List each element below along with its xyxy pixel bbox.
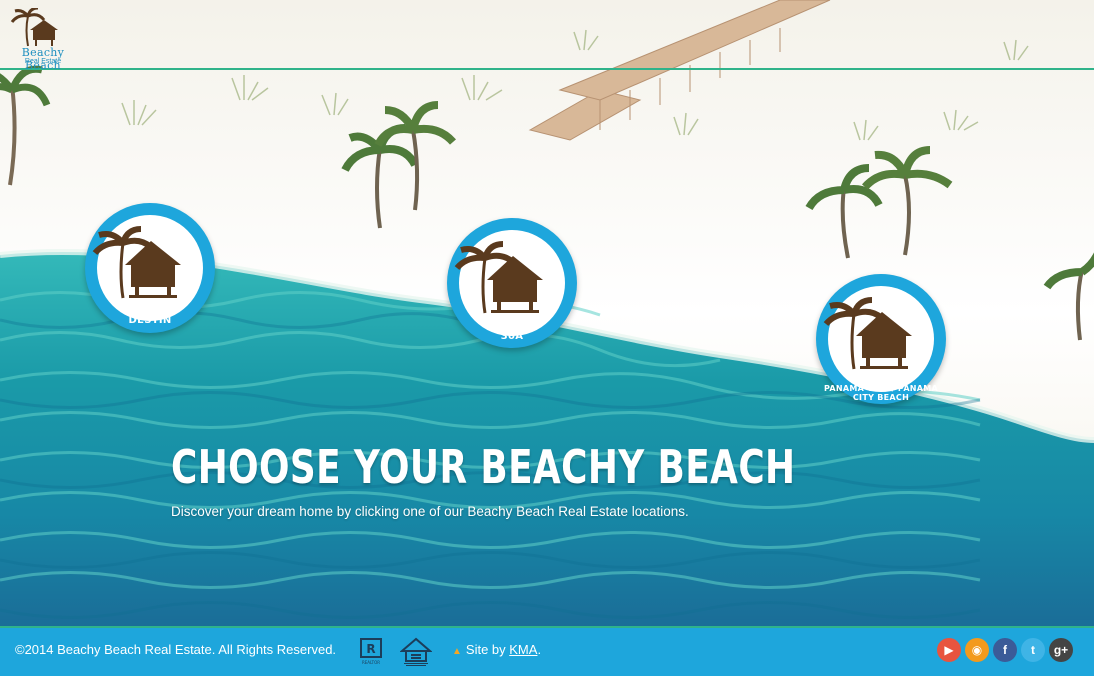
location-label: DESTIN xyxy=(128,315,172,326)
twitter-icon[interactable]: t xyxy=(1021,638,1045,662)
equal-housing-icon xyxy=(400,637,432,666)
rss-icon[interactable]: ◉ xyxy=(965,638,989,662)
location-badge-30a[interactable]: 30A xyxy=(447,218,577,348)
realtor-logo-icon: R REALTOR xyxy=(360,638,382,665)
header-divider xyxy=(0,68,1094,70)
page-subheadline: Discover your dream home by clicking one… xyxy=(171,504,689,519)
facebook-icon[interactable]: f xyxy=(993,638,1017,662)
location-label: PANAMA CITY / PANAMA CITY BEACH xyxy=(823,384,939,402)
brand-tagline: Real Estate xyxy=(24,58,62,65)
realtor-label: REALTOR xyxy=(362,660,380,665)
beach-hut-icon xyxy=(92,226,181,299)
location-label: 30A xyxy=(500,331,524,342)
brand-logo[interactable]: Beachy Beach Real Estate xyxy=(6,6,80,72)
location-badge-destin[interactable]: DESTIN xyxy=(85,203,215,333)
location-badge-panama-city[interactable]: PANAMA CITY / PANAMA CITY BEACH xyxy=(816,274,946,404)
youtube-icon[interactable]: ▶ xyxy=(937,638,961,662)
beach-hut-icon xyxy=(454,241,543,314)
svg-text:R: R xyxy=(366,642,375,656)
triangle-icon: ▲ xyxy=(452,646,462,657)
hut-logo-icon xyxy=(10,6,58,47)
kma-link[interactable]: KMA xyxy=(509,642,537,657)
site-credit: ▲ Site by KMA. xyxy=(452,642,542,657)
googleplus-icon[interactable]: g+ xyxy=(1049,638,1073,662)
footer: ©2014 Beachy Beach Real Estate. All Righ… xyxy=(0,626,1094,676)
copyright-text: ©2014 Beachy Beach Real Estate. All Righ… xyxy=(15,642,337,657)
page-headline: CHOOSE YOUR BEACHY BEACH xyxy=(171,440,796,494)
beach-illustration: Beachy Beach Real Estate DESTIN 30A PANA… xyxy=(0,0,1094,626)
